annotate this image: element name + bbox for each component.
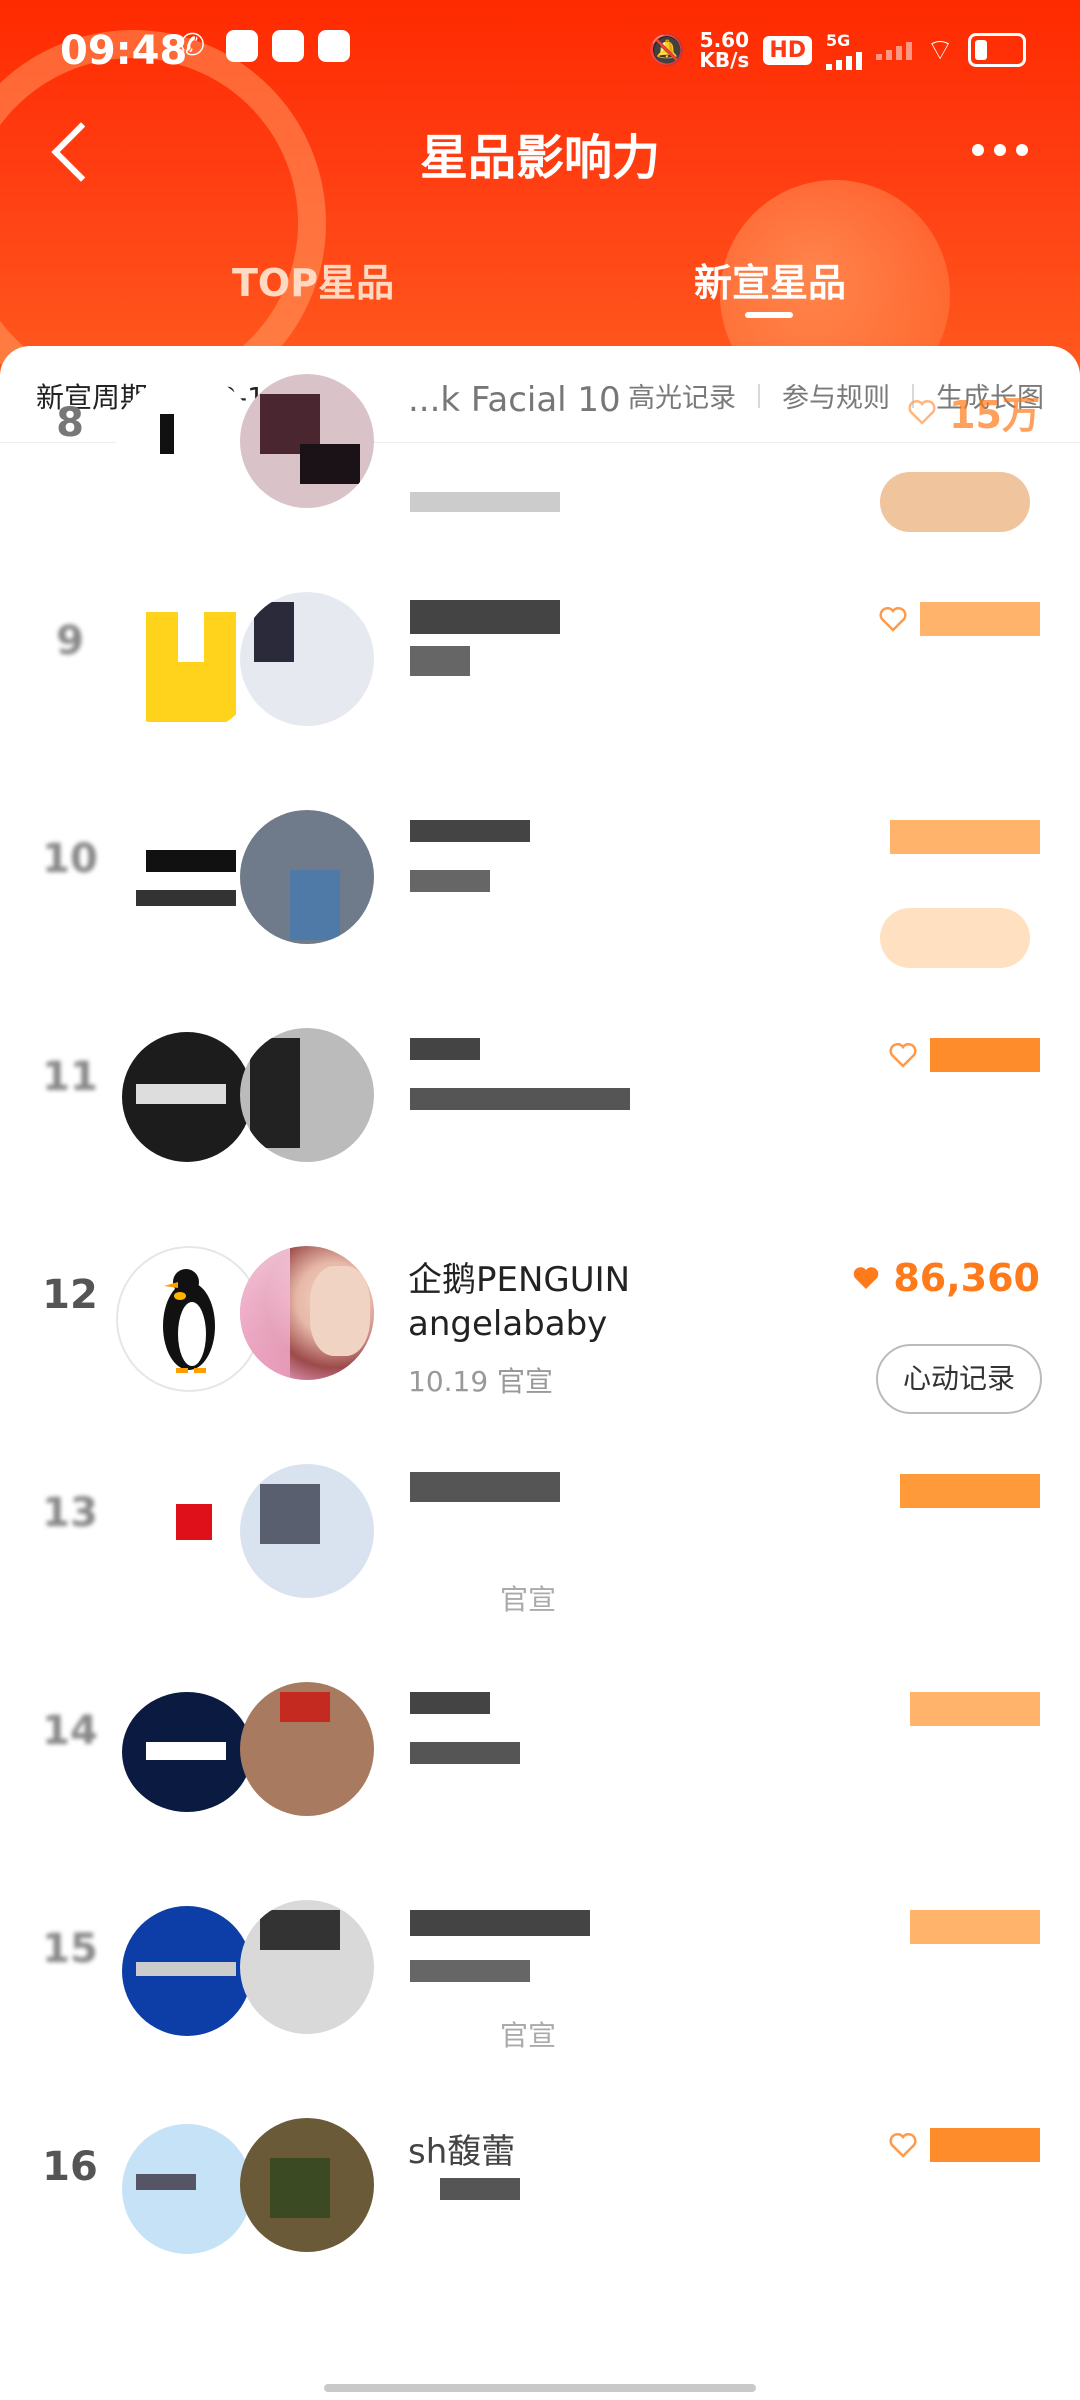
rank-number: 9 — [56, 618, 84, 664]
signal-2-icon — [876, 40, 912, 60]
heart-icon — [907, 397, 937, 427]
likes-count: 86,360 — [851, 1256, 1040, 1300]
tab-top-products[interactable]: TOP星品 — [232, 252, 394, 307]
announce-date: 官宣 — [500, 2019, 557, 2052]
status-right-icons: 🔕 5.60 KB/s HD 5G ⌔ — [648, 28, 1027, 72]
celebrity-avatar — [240, 1900, 374, 2034]
heart-icon — [888, 1040, 918, 1070]
net-speed-unit: KB/s — [699, 48, 750, 72]
brand-avatar — [116, 592, 258, 734]
status-bar: 09:48 ✆ 🔕 5.60 KB/s HD 5G ⌔ — [0, 0, 1080, 100]
brand-avatar — [116, 1028, 258, 1170]
rank-number: 15 — [42, 1926, 98, 1972]
gesture-bar[interactable] — [324, 2384, 756, 2392]
list-item[interactable]: 14 — [0, 1630, 1080, 1848]
list-item[interactable]: 9 — [0, 540, 1080, 758]
more-dots-icon — [972, 144, 984, 156]
status-notification-icons: ✆ — [180, 30, 350, 62]
list-item[interactable]: 11 — [0, 976, 1080, 1194]
video-app-icon — [226, 30, 258, 62]
rank-number: 10 — [42, 836, 98, 882]
mute-bell-icon: 🔕 — [648, 32, 686, 68]
likes-count — [878, 602, 1040, 636]
celebrity-avatar — [240, 1682, 374, 1816]
celebrity-avatar — [240, 2118, 374, 2252]
likes-count — [888, 1038, 1040, 1072]
celebrity-avatar — [240, 1246, 374, 1380]
game-app-icon — [272, 30, 304, 62]
net-speed: 5.60 — [699, 28, 750, 52]
likes-value: 86,360 — [893, 1256, 1040, 1300]
brand-avatar — [116, 374, 258, 516]
signal-icon — [826, 50, 862, 70]
list-item[interactable]: 8 ...k Facial 10 15万 — [0, 346, 1080, 540]
celebrity-name: angelababy — [408, 1304, 608, 1344]
brand-avatar — [116, 1682, 258, 1824]
ranking-panel: 新宣周期 10.19-10.25 高光记录 参与规则 生成长图 8 ...k F… — [0, 346, 1080, 2400]
brand-avatar — [116, 1900, 258, 2042]
penguin-logo — [163, 1269, 215, 1373]
announce-date: 官宣 — [500, 1583, 557, 1616]
rank-number: 12 — [42, 1272, 98, 1318]
list-item[interactable]: 12 企鹅PENGUIN angelababy 10.19 官宣 86,360 … — [0, 1194, 1080, 1414]
brand-name: ...k Facial 10 — [408, 380, 621, 420]
heart-icon — [888, 2130, 918, 2160]
brand-avatar — [116, 2118, 258, 2260]
wechat-icon: ✆ — [180, 28, 206, 63]
list-item[interactable]: 10 — [0, 758, 1080, 976]
celebrity-avatar — [240, 374, 374, 508]
announce-date: 10.19 官宣 — [408, 1365, 554, 1398]
tab-new-products[interactable]: 新宣星品 — [694, 252, 846, 307]
celebrity-avatar — [240, 1464, 374, 1598]
status-time: 09:48 — [60, 28, 188, 74]
rank-number: 8 — [56, 400, 84, 446]
rank-number: 16 — [42, 2144, 98, 2190]
rank-number: 14 — [42, 1708, 98, 1754]
likes-count: 15万 — [907, 384, 1040, 439]
celebrity-avatar — [240, 1028, 374, 1162]
brand-name: 企鹅PENGUIN — [408, 1260, 631, 1300]
header: 09:48 ✆ 🔕 5.60 KB/s HD 5G ⌔ 星品影响力 TOP星品 … — [0, 0, 1080, 380]
likes-count — [890, 820, 1040, 854]
heart-record-button[interactable]: 心动记录 — [876, 1344, 1042, 1414]
wifi-icon: ⌔ — [926, 33, 955, 68]
list-item[interactable]: 16 sh馥蕾 — [0, 2066, 1080, 2284]
likes-count — [888, 2128, 1040, 2162]
page-title: 星品影响力 — [419, 130, 660, 186]
list-item[interactable]: 15 官宣 — [0, 1848, 1080, 2066]
baidu-app-icon — [318, 30, 350, 62]
tab-indicator — [745, 312, 793, 318]
celebrity-avatar — [240, 592, 374, 726]
likes-count — [910, 1692, 1040, 1726]
rank-number: 13 — [42, 1490, 98, 1536]
more-button[interactable] — [960, 130, 1040, 170]
battery-icon — [968, 33, 1027, 67]
heart-icon — [878, 604, 908, 634]
list-item[interactable]: 13 官宣 — [0, 1412, 1080, 1630]
heart-icon — [851, 1263, 881, 1293]
network-type: 5G — [826, 30, 851, 50]
hd-badge: HD — [763, 35, 812, 65]
likes-count — [910, 1910, 1040, 1944]
rank-number: 11 — [42, 1054, 98, 1100]
celebrity-avatar — [240, 810, 374, 944]
brand-avatar — [116, 1464, 258, 1606]
likes-count — [900, 1474, 1040, 1508]
brand-avatar — [116, 810, 258, 952]
brand-name: sh馥蕾 — [408, 2132, 516, 2172]
